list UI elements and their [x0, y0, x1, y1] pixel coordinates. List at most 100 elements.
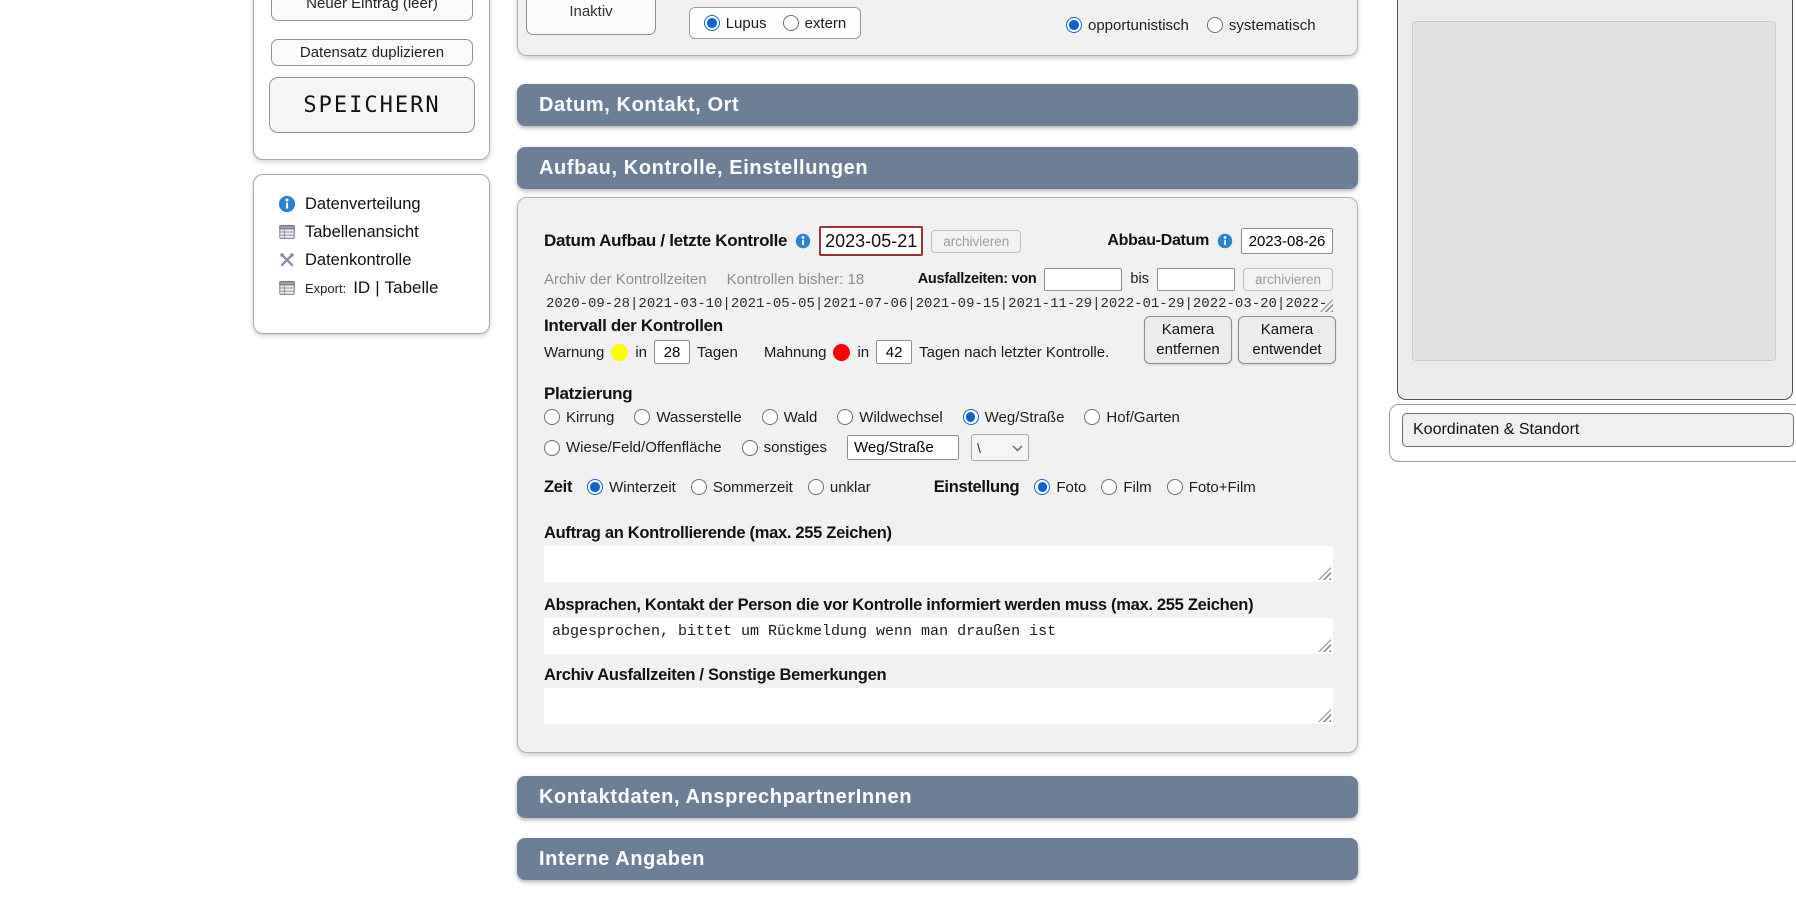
auftrag-label: Auftrag an Kontrollierende (max. 255 Zei…	[544, 524, 892, 543]
radio-wald[interactable]: Wald	[762, 409, 818, 426]
controls-count-label: Kontrollen bisher: 18	[727, 271, 865, 288]
absprachen-textarea[interactable]: abgesprochen, bittet um Rückmeldung wenn…	[544, 618, 1333, 654]
inactive-button[interactable]: Inaktiv	[526, 0, 656, 35]
radio-opportunistisch[interactable]: opportunistisch	[1066, 17, 1189, 34]
archive-outage-button[interactable]: archivieren	[1243, 268, 1333, 291]
radio-foto-film[interactable]: Foto+Film	[1167, 479, 1256, 496]
radio-circle	[691, 479, 707, 495]
radio-sonstiges[interactable]: sonstiges	[742, 439, 827, 456]
auftrag-textarea-wrap	[544, 546, 1333, 582]
radio-sommerzeit[interactable]: Sommerzeit	[691, 479, 793, 496]
radio-lupus[interactable]: Lupus	[704, 15, 767, 32]
radio-circle	[544, 440, 560, 456]
info-icon	[278, 195, 296, 213]
section-header-aufbau[interactable]: Aufbau, Kontrolle, Einstellungen	[517, 147, 1358, 189]
menu-item-label: Tabellenansicht	[305, 223, 419, 242]
tools-menu-panel: Datenverteilung Tabellenansicht Datenkon…	[253, 174, 490, 334]
radio-label: Lupus	[726, 15, 767, 32]
days-label: Tagen	[697, 344, 738, 361]
map-panel	[1397, 0, 1793, 400]
radio-label: systematisch	[1229, 17, 1316, 34]
interval-row: Warnung in Tagen Mahnung in Tagen nach l…	[544, 338, 1109, 366]
outage-to-input[interactable]	[1157, 268, 1235, 291]
archiv-bemerkungen-label: Archiv Ausfallzeiten / Sonstige Bemerkun…	[544, 666, 886, 685]
radio-foto[interactable]: Foto	[1034, 479, 1086, 496]
absprachen-label: Absprachen, Kontakt der Person die vor K…	[544, 596, 1253, 615]
control-dates-text: 2020-09-28|2021-03-10|2021-05-05|2021-07…	[546, 296, 1327, 312]
radio-unklar[interactable]: unklar	[808, 479, 871, 496]
export-id-link[interactable]: ID	[353, 278, 370, 298]
archiv-bemerkungen-textarea-wrap	[544, 688, 1333, 724]
zeit-label: Zeit	[544, 478, 572, 497]
table-icon	[278, 223, 296, 241]
radio-circle	[1101, 479, 1117, 495]
menu-item-datenverteilung[interactable]: Datenverteilung	[278, 192, 421, 216]
chevron-down-icon	[1012, 444, 1023, 452]
outage-from-input[interactable]	[1044, 268, 1122, 291]
radio-circle	[742, 440, 758, 456]
menu-item-tabellenansicht[interactable]: Tabellenansicht	[278, 220, 419, 244]
radio-wildwechsel[interactable]: Wildwechsel	[837, 409, 942, 426]
warning-label: Warnung	[544, 344, 604, 361]
reminder-days-input[interactable]	[876, 340, 912, 364]
menu-item-label: Datenkontrolle	[305, 251, 411, 270]
radio-label: unklar	[830, 479, 871, 496]
radio-circle	[1084, 409, 1100, 425]
export-table-link[interactable]: Tabelle	[385, 278, 439, 298]
radio-winterzeit[interactable]: Winterzeit	[587, 479, 676, 496]
save-button[interactable]: SPEICHERN	[269, 77, 475, 133]
placement-row2: Wiese/Feld/Offenfläche sonstiges \	[544, 435, 1029, 460]
absprachen-textarea-wrap: abgesprochen, bittet um Rückmeldung wenn…	[544, 618, 1333, 654]
archive-row: Archiv der Kontrollzeiten Kontrollen bis…	[544, 266, 1333, 292]
radio-label: Winterzeit	[609, 479, 676, 496]
radio-label: Foto	[1056, 479, 1086, 496]
menu-item-datenkontrolle[interactable]: Datenkontrolle	[278, 248, 411, 272]
control-archive-link[interactable]: Archiv der Kontrollzeiten	[544, 271, 707, 288]
new-entry-button[interactable]: Neuer Eintrag (leer)	[271, 0, 473, 21]
radio-label: Kirrung	[566, 409, 614, 426]
reminder-color-dot	[833, 344, 850, 361]
radio-hof-garten[interactable]: Hof/Garten	[1084, 409, 1179, 426]
section-header-datum-kontakt-ort[interactable]: Datum, Kontakt, Ort	[517, 84, 1358, 126]
radio-film[interactable]: Film	[1101, 479, 1151, 496]
coordinates-standort-button[interactable]: Koordinaten & Standort	[1402, 413, 1794, 447]
radio-circle	[783, 15, 799, 31]
control-dates-archive[interactable]: 2020-09-28|2021-03-10|2021-05-05|2021-07…	[546, 294, 1333, 313]
radio-systematisch[interactable]: systematisch	[1207, 17, 1316, 34]
radio-label: Foto+Film	[1189, 479, 1256, 496]
export-prefix-label: Export:	[305, 281, 346, 296]
setup-date-label: Datum Aufbau / letzte Kontrolle	[544, 231, 787, 251]
placement-select[interactable]: \	[971, 434, 1029, 461]
outage-from-label: Ausfallzeiten: von	[918, 271, 1037, 287]
placement-free-text-input[interactable]	[847, 435, 959, 460]
camera-remove-button[interactable]: Kamera entfernen	[1144, 316, 1232, 364]
teardown-date-input[interactable]	[1241, 228, 1333, 254]
radio-circle	[762, 409, 778, 425]
radio-wiese-feld[interactable]: Wiese/Feld/Offenfläche	[544, 439, 722, 456]
radio-extern[interactable]: extern	[783, 15, 847, 32]
info-icon[interactable]	[1217, 233, 1233, 249]
radio-circle	[837, 409, 853, 425]
section-header-kontaktdaten[interactable]: Kontaktdaten, AnsprechpartnerInnen	[517, 776, 1358, 818]
section-header-interne-angaben[interactable]: Interne Angaben	[517, 838, 1358, 880]
radio-circle	[1207, 17, 1223, 33]
archive-control-button[interactable]: archivieren	[931, 230, 1021, 253]
camera-stolen-button[interactable]: Kamera entwendet	[1238, 316, 1336, 364]
radio-label: Wildwechsel	[859, 409, 942, 426]
menu-item-export[interactable]: Export: ID | Tabelle	[278, 276, 438, 300]
placement-title: Platzierung	[544, 384, 632, 404]
archiv-bemerkungen-textarea[interactable]	[544, 688, 1333, 724]
coordinates-card: Koordinaten & Standort	[1389, 404, 1796, 462]
setup-date-input[interactable]	[819, 226, 923, 256]
interval-title: Intervall der Kontrollen	[544, 316, 723, 336]
duplicate-record-button[interactable]: Datensatz duplizieren	[271, 39, 473, 66]
radio-circle	[963, 409, 979, 425]
radio-label: Sommerzeit	[713, 479, 793, 496]
warning-days-input[interactable]	[654, 340, 690, 364]
radio-weg-strasse[interactable]: Weg/Straße	[963, 409, 1065, 426]
radio-kirrung[interactable]: Kirrung	[544, 409, 614, 426]
radio-wasserstelle[interactable]: Wasserstelle	[634, 409, 741, 426]
info-icon[interactable]	[795, 233, 811, 249]
export-separator: |	[375, 278, 379, 298]
auftrag-textarea[interactable]	[544, 546, 1333, 582]
